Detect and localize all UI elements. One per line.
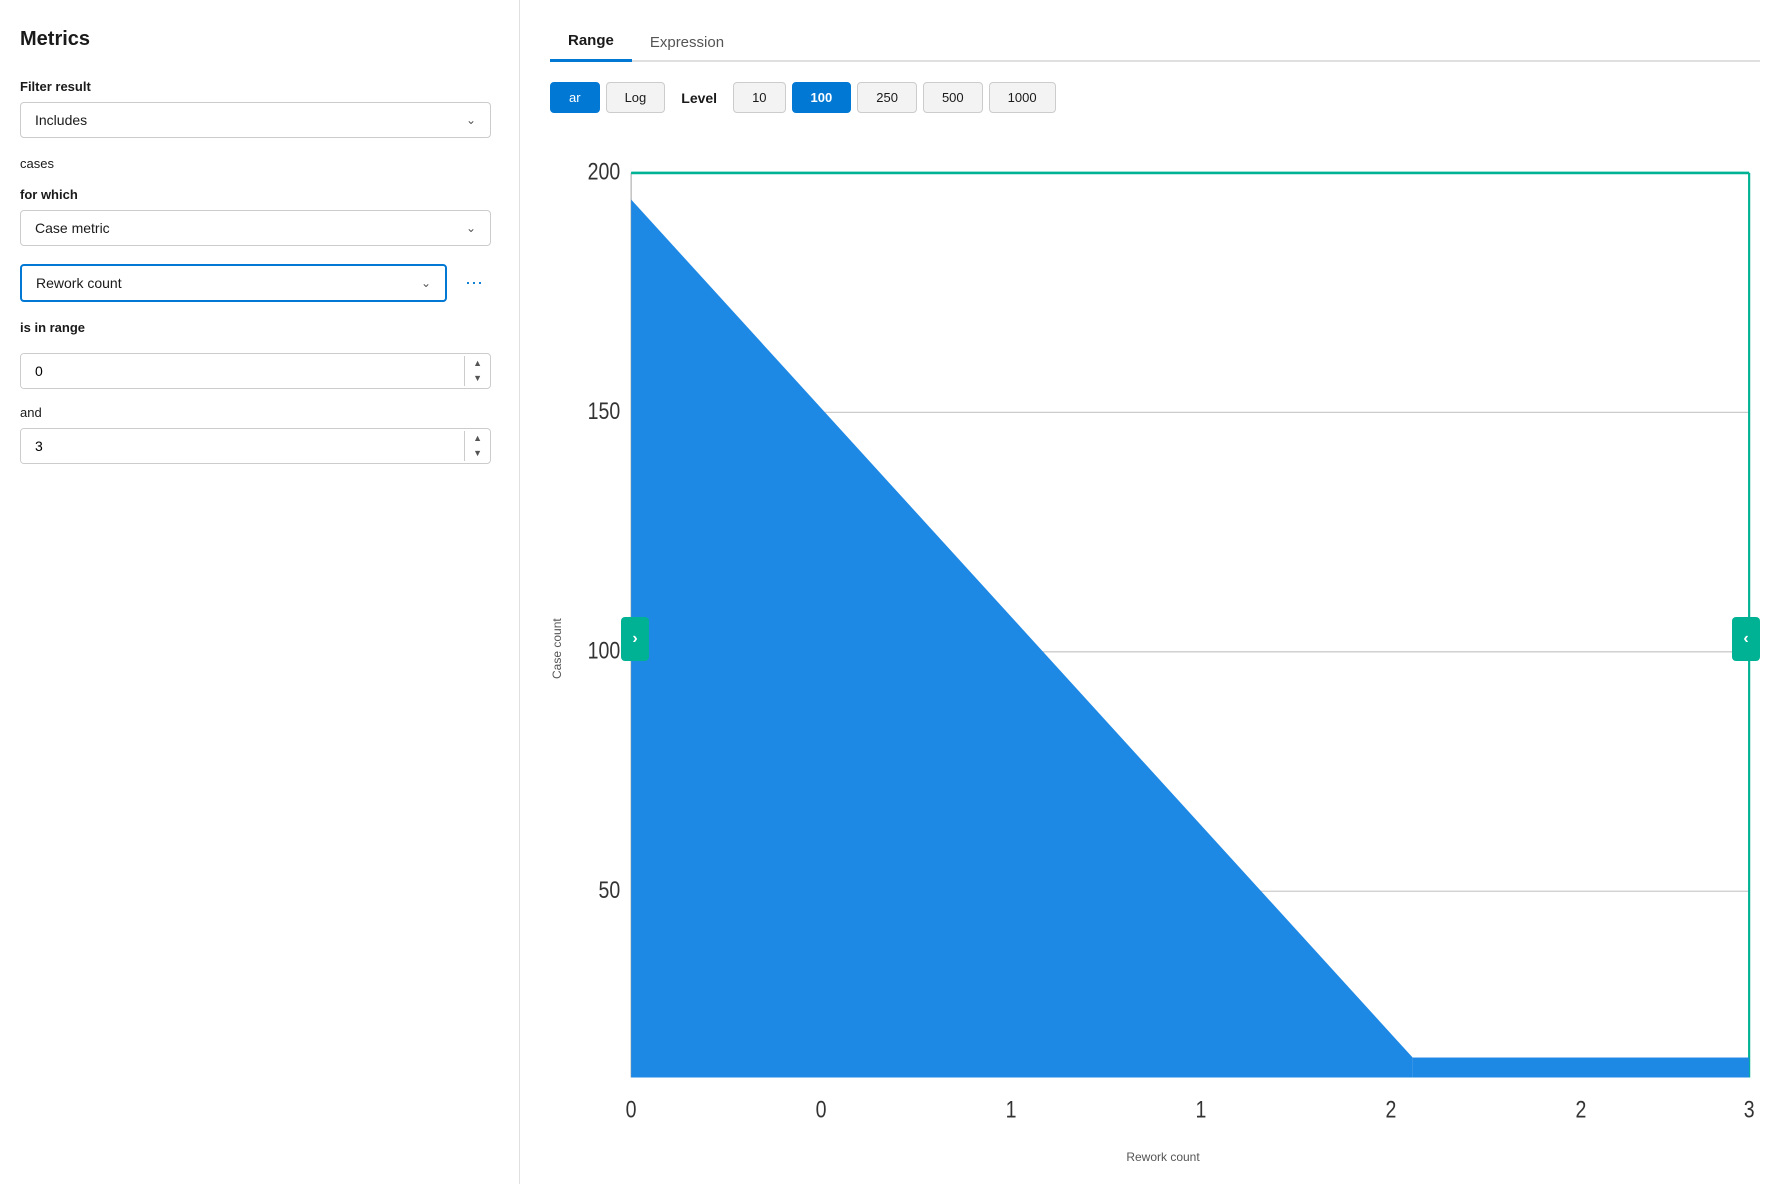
filter-result-value: Includes: [35, 112, 87, 128]
level-250-button[interactable]: 250: [857, 82, 917, 113]
svg-text:100: 100: [588, 637, 621, 664]
svg-text:150: 150: [588, 397, 621, 424]
range-max-up-button[interactable]: ▲: [465, 431, 490, 446]
range-min-up-button[interactable]: ▲: [465, 356, 490, 371]
left-range-handle[interactable]: ›: [621, 617, 649, 661]
tabs-row: Range Expression: [550, 20, 1760, 62]
right-panel: Range Expression ar Log Level 10 100 250…: [520, 0, 1790, 1184]
svg-text:0: 0: [626, 1095, 637, 1122]
chevron-down-icon-3: ⌄: [421, 276, 431, 290]
tab-expression[interactable]: Expression: [632, 24, 742, 61]
svg-text:3: 3: [1744, 1095, 1755, 1122]
rework-count-dropdown[interactable]: Rework count ⌄: [20, 264, 447, 302]
for-which-label: for which: [20, 187, 491, 202]
svg-text:2: 2: [1386, 1095, 1397, 1122]
svg-text:1: 1: [1196, 1095, 1207, 1122]
controls-row: ar Log Level 10 100 250 500 1000: [550, 82, 1760, 113]
chart-x-label: Rework count: [566, 1150, 1760, 1164]
range-min-input[interactable]: [21, 354, 464, 388]
chart-svg-area: 200 150 100 50 0 0 1 1 2 2 3: [566, 133, 1760, 1144]
right-range-handle[interactable]: ‹: [1732, 617, 1760, 661]
range-max-input-wrapper: ▲ ▼: [20, 428, 491, 464]
rework-count-value: Rework count: [36, 275, 122, 291]
tab-range[interactable]: Range: [550, 22, 632, 62]
filter-result-dropdown[interactable]: Includes ⌄: [20, 102, 491, 138]
cases-text: cases: [20, 156, 491, 171]
level-1000-button[interactable]: 1000: [989, 82, 1056, 113]
range-min-spinners: ▲ ▼: [464, 356, 490, 386]
svg-text:0: 0: [816, 1095, 827, 1122]
chevron-down-icon: ⌄: [466, 113, 476, 127]
level-10-button[interactable]: 10: [733, 82, 785, 113]
scale-log-button[interactable]: Log: [606, 82, 666, 113]
range-max-spinners: ▲ ▼: [464, 431, 490, 461]
level-500-button[interactable]: 500: [923, 82, 983, 113]
is-in-range-label: is in range: [20, 320, 491, 335]
range-min-down-button[interactable]: ▼: [465, 371, 490, 386]
left-panel: Metrics Filter result Includes ⌄ cases f…: [0, 0, 520, 1184]
level-label: Level: [681, 90, 717, 106]
page-title: Metrics: [20, 28, 491, 51]
range-max-down-button[interactable]: ▼: [465, 446, 490, 461]
and-label: and: [20, 405, 491, 420]
chart-svg: 200 150 100 50 0 0 1 1 2 2 3: [566, 133, 1760, 1144]
range-min-input-wrapper: ▲ ▼: [20, 353, 491, 389]
chart-inner: 200 150 100 50 0 0 1 1 2 2 3: [566, 133, 1760, 1164]
svg-text:2: 2: [1575, 1095, 1586, 1122]
case-metric-value: Case metric: [35, 220, 110, 236]
filter-result-label: Filter result: [20, 79, 491, 94]
right-arrow-icon: ›: [632, 630, 637, 648]
level-100-button[interactable]: 100: [792, 82, 852, 113]
chart-container: Case count: [550, 133, 1760, 1164]
left-arrow-icon: ‹: [1743, 630, 1748, 648]
chevron-down-icon-2: ⌄: [466, 221, 476, 235]
more-options-button[interactable]: ⋯: [459, 269, 491, 298]
metric-row: Rework count ⌄ ⋯: [20, 264, 491, 302]
svg-text:1: 1: [1006, 1095, 1017, 1122]
range-max-input[interactable]: [21, 429, 464, 463]
case-metric-dropdown[interactable]: Case metric ⌄: [20, 210, 491, 246]
chart-y-label: Case count: [550, 133, 564, 1164]
svg-text:50: 50: [599, 876, 621, 903]
scale-ar-button[interactable]: ar: [550, 82, 600, 113]
svg-text:200: 200: [588, 158, 621, 185]
